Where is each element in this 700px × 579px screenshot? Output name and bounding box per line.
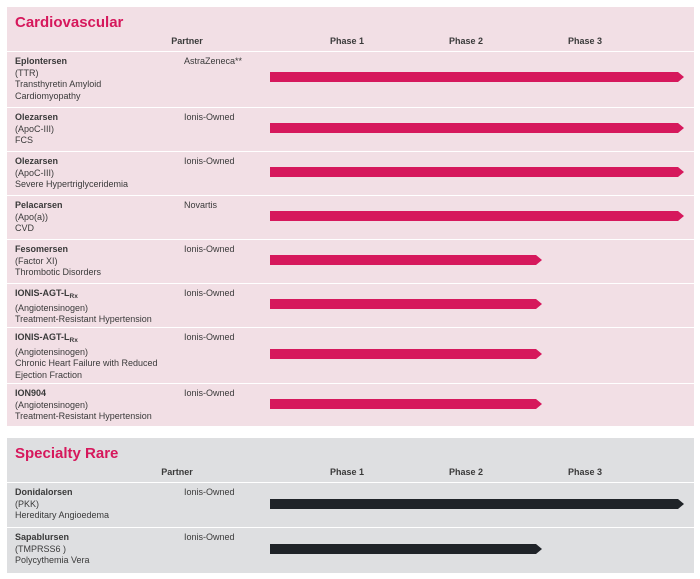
drug-detail-line: Polycythemia Vera [15, 555, 90, 566]
partner-cell: Ionis-Owned [184, 156, 235, 166]
phase-bar-arrow [536, 255, 542, 265]
drug-name: Eplontersen [15, 56, 101, 68]
drug-cell: Olezarsen (ApoC-III) FCS [15, 112, 58, 147]
phase-2-header: Phase 2 [448, 467, 484, 477]
phase-bar-arrow [536, 544, 542, 554]
section-title: Cardiovascular [15, 14, 124, 31]
specialty-rare-panel: Specialty Rare Partner Phase 1 Phase 2 P… [7, 438, 694, 573]
drug-detail-line: CVD [15, 223, 35, 234]
phase-2-header: Phase 2 [448, 36, 484, 46]
drug-detail-line: Treatment-Resistant Hypertension [15, 314, 152, 325]
drug-name: Sapablursen [15, 532, 90, 544]
phase-bar-body [270, 123, 678, 133]
phase-bar-body [270, 544, 536, 554]
drug-detail-line: (TMPRSS6 ) [15, 543, 67, 554]
drug-name: Fesomersen [15, 244, 101, 256]
drug-detail-line: Transthyretin Amyloid [15, 79, 102, 90]
partner-cell: Novartis [184, 200, 218, 210]
drug-detail-line: (Apo(a)) [15, 211, 49, 222]
phase-bar-body [270, 255, 536, 265]
drug-detail-line: (Factor XI) [15, 255, 58, 266]
phase-bar-arrow [678, 167, 684, 177]
drug-cell: Donidalorsen (PKK) Hereditary Angioedema [15, 487, 109, 522]
partner-cell: Ionis-Owned [184, 487, 235, 497]
drug-cell: IONIS-AGT-LRx (Angiotensinogen) Chronic He… [15, 332, 158, 381]
drug-detail-line: Chronic Heart Failure with Reduced [15, 358, 158, 369]
phase-bar-body [270, 399, 536, 409]
drug-name-text: Sapablursen [15, 532, 70, 542]
partner-cell: Ionis-Owned [184, 388, 235, 398]
drug-detail-line: Severe Hypertriglyceridemia [15, 179, 129, 190]
drug-detail-line: (Angiotensinogen) [15, 399, 89, 410]
partner-cell: AstraZeneca** [184, 56, 243, 66]
drug-name-text: IONIS-AGT-L [15, 332, 70, 342]
drug-name: Olezarsen [15, 112, 58, 124]
partner-cell: Ionis-Owned [184, 288, 235, 298]
phase-bar-arrow [536, 299, 542, 309]
phase-bar-body [270, 72, 678, 82]
phase-3-header: Phase 3 [567, 467, 603, 477]
drug-detail-line: (ApoC-III) [15, 167, 55, 178]
drug-cell: Pelacarsen (Apo(a)) CVD [15, 200, 63, 235]
section-title: Specialty Rare [15, 445, 119, 462]
partner-cell: Ionis-Owned [184, 532, 235, 542]
phase-1-header: Phase 1 [329, 467, 365, 477]
drug-name-text: Pelacarsen [15, 200, 63, 210]
phase-1-header: Phase 1 [329, 36, 365, 46]
drug-cell: ION904 (Angiotensinogen) Treatment-Resista… [15, 388, 152, 423]
phase-bar-body [270, 349, 536, 359]
drug-cell: IONIS-AGT-LRx (Angiotensinogen) Treatment-… [15, 288, 152, 326]
drug-cell: Fesomersen (Factor XI) Thrombotic Disorder… [15, 244, 101, 279]
phase-bar-arrow [678, 211, 684, 221]
cardiovascular-panel: Cardiovascular Partner Phase 1 Phase 2 P… [7, 7, 694, 426]
drug-detail-line: Ejection Fraction [15, 369, 83, 380]
drug-detail-line: FCS [15, 135, 33, 146]
phase-bar-body [270, 499, 678, 509]
drug-detail-line: (PKK) [15, 498, 40, 509]
partner-header: Partner [171, 36, 203, 46]
drug-name-subscript: Rx [69, 293, 78, 300]
phase-bar-body [270, 167, 678, 177]
drug-cell: Olezarsen (ApoC-III) Severe Hypertriglycer… [15, 156, 128, 191]
drug-cell: Sapablursen (TMPRSS6 ) Polycythemia Vera [15, 532, 90, 567]
drug-detail-line: (TTR) [15, 67, 39, 78]
partner-cell: Ionis-Owned [184, 112, 235, 122]
partner-cell: Ionis-Owned [184, 332, 235, 342]
drug-name-text: Olezarsen [15, 112, 59, 122]
drug-name: Donidalorsen [15, 487, 109, 499]
partner-header: Partner [161, 467, 193, 477]
drug-name-text: Fesomersen [15, 244, 69, 254]
drug-name: Olezarsen [15, 156, 128, 168]
phase-3-header: Phase 3 [567, 36, 603, 46]
phase-bar-arrow [536, 399, 542, 409]
drug-detail-line: (Angiotensinogen) [15, 302, 89, 313]
drug-name: ION904 [15, 388, 152, 400]
drug-name: IONIS-AGT-LRx [15, 288, 152, 303]
drug-name-text: Olezarsen [15, 156, 59, 166]
drug-name-text: ION904 [15, 388, 47, 398]
drug-name: Pelacarsen [15, 200, 63, 212]
drug-detail-line: (Angiotensinogen) [15, 346, 89, 357]
drug-detail-line: Hereditary Angioedema [15, 510, 110, 521]
drug-detail-line: Treatment-Resistant Hypertension [15, 411, 152, 422]
phase-bar-body [270, 299, 536, 309]
drug-name-text: IONIS-AGT-L [15, 288, 70, 298]
phase-bar-arrow [678, 72, 684, 82]
phase-bar-arrow [678, 123, 684, 133]
drug-name: IONIS-AGT-LRx [15, 332, 158, 347]
partner-cell: Ionis-Owned [184, 244, 235, 254]
drug-detail-line: (ApoC-III) [15, 123, 55, 134]
phase-bar-body [270, 211, 678, 221]
drug-name-subscript: Rx [69, 337, 78, 344]
phase-bar-arrow [678, 499, 684, 509]
drug-cell: Eplontersen (TTR) Transthyretin Amyloid Car… [15, 56, 101, 102]
phase-bar-arrow [536, 349, 542, 359]
drug-name-text: Eplontersen [15, 56, 68, 66]
drug-detail-line: Thrombotic Disorders [15, 267, 102, 278]
drug-name-text: Donidalorsen [15, 487, 73, 497]
drug-detail-line: Cardiomyopathy [15, 90, 81, 101]
